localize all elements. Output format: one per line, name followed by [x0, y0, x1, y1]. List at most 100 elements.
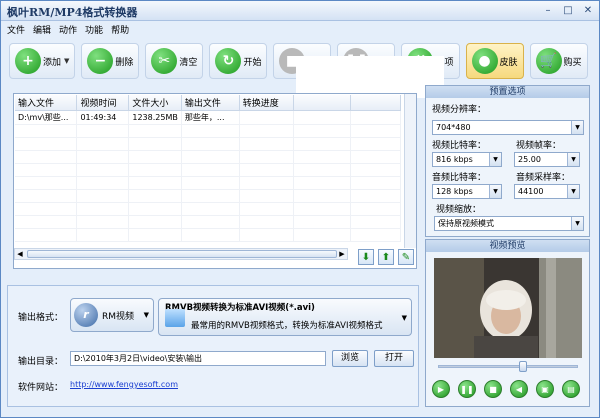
realmedia-logo-icon: r: [74, 303, 98, 327]
chevron-down-icon: ▼: [489, 185, 501, 198]
chevron-down-icon: ▼: [64, 57, 70, 65]
audio-bitrate-select[interactable]: 128 kbps ▼: [432, 184, 502, 199]
audio-bitrate-label: 音频比特率：: [432, 173, 487, 183]
move-up-icon[interactable]: ⬆: [378, 249, 394, 265]
website-label: 软件网站：: [18, 383, 64, 393]
buy-button[interactable]: 🛒 购买: [529, 43, 588, 79]
video-bitrate-label: 视频比特率：: [432, 141, 487, 151]
file-table: 输入文件 视频时间 文件大小 输出文件 转换进度 D:\mv\那些... 01:…: [15, 95, 401, 242]
add-button[interactable]: + 添加 ▼: [9, 43, 76, 79]
video-preview: [434, 258, 582, 358]
refresh-icon: ↻: [215, 48, 242, 74]
seek-knob[interactable]: [519, 361, 527, 372]
chevron-down-icon: ▼: [567, 185, 579, 198]
sample-rate-select[interactable]: 44100 ▼: [514, 184, 580, 199]
format-description[interactable]: RMVB视频转换为标准AVI视频(*.avi) 最常用的RMVB视频格式，转换为…: [158, 298, 412, 336]
table-cell: [293, 110, 352, 125]
video-frame-image: [434, 258, 582, 358]
clear-icon: ✂: [151, 48, 178, 74]
table-row: [15, 228, 401, 242]
table-row: [15, 163, 401, 177]
framerate-select[interactable]: 25.00 ▼: [514, 152, 580, 167]
table-row: [15, 137, 401, 151]
table-cell: 1238.25MB: [128, 110, 182, 125]
delete-button[interactable]: − 删除: [81, 43, 140, 79]
video-bitrate-select[interactable]: 816 kbps ▼: [432, 152, 502, 167]
resolution-select[interactable]: 704*480 ▼: [432, 120, 584, 135]
browse-button[interactable]: 浏览: [332, 350, 368, 367]
table-cell: [239, 110, 294, 125]
format-title: RMVB视频转换为标准AVI视频(*.avi): [165, 303, 315, 313]
play-icon[interactable]: ▶: [432, 380, 450, 398]
chevron-down-icon: ▼: [401, 314, 407, 322]
output-dir-label: 输出目录：: [18, 357, 64, 367]
resolution-label: 视频分辨率：: [432, 105, 487, 115]
minus-icon: −: [87, 48, 114, 74]
menu-action[interactable]: 动作: [59, 23, 77, 36]
scale-select[interactable]: 保持原视频模式 ▼: [434, 216, 584, 231]
table-cell: 那些年，...: [181, 110, 240, 125]
stop-icon[interactable]: ■: [484, 380, 502, 398]
format-desc-text: 最常用的RMVB视频格式，转换为标准AVI视频格式: [191, 321, 383, 331]
table-row: [15, 215, 401, 229]
minimize-icon[interactable]: –: [541, 4, 555, 17]
chevron-down-icon: ▼: [567, 153, 579, 166]
chevron-down-icon: ▼: [571, 121, 583, 134]
skin-button[interactable]: ● 皮肤: [465, 43, 524, 79]
format-select-button[interactable]: r RM视频 ▼: [70, 298, 154, 332]
scroll-left-icon[interactable]: ◀: [15, 249, 25, 259]
table-cell: D:\mv\那些...: [15, 110, 78, 125]
sample-rate-label: 音频采样率：: [516, 173, 571, 183]
apple-icon: ●: [471, 48, 498, 74]
screenshot-icon[interactable]: ▣: [536, 380, 554, 398]
table-row: [15, 124, 401, 138]
table-cell: 01:49:34: [76, 110, 130, 125]
chevron-down-icon: ▼: [571, 217, 583, 230]
start-button[interactable]: ↻ 开始: [209, 43, 268, 79]
menu-file[interactable]: 文件: [7, 23, 25, 36]
output-dir-input[interactable]: D:\2010年3月2日\video\安装\输出: [70, 351, 326, 366]
move-down-icon[interactable]: ⬇: [358, 249, 374, 265]
column-header[interactable]: 文件大小: [128, 95, 182, 111]
table-row[interactable]: D:\mv\那些... 01:49:34 1238.25MB 那些年，...: [15, 110, 401, 125]
vertical-scrollbar[interactable]: [404, 94, 416, 248]
preset-panel-title: 预置选项: [426, 86, 589, 98]
plus-icon: +: [15, 48, 41, 74]
main-window: 枫叶RM/MP4格式转换器 – □ ✕ 文件 编辑 动作 功能 帮助 + 添加 …: [0, 0, 600, 418]
table-row: [15, 176, 401, 190]
column-header[interactable]: 输出文件: [181, 95, 240, 111]
chevron-down-icon: ▼: [143, 311, 149, 319]
maximize-icon[interactable]: □: [561, 4, 575, 17]
column-header[interactable]: 输入文件: [15, 95, 78, 111]
file-table-header: 输入文件 视频时间 文件大小 输出文件 转换进度: [15, 95, 401, 111]
preview-seek-bar[interactable]: [438, 361, 578, 372]
folder-icon[interactable]: ▤: [562, 380, 580, 398]
framerate-label: 视频帧率：: [516, 141, 562, 151]
menu-function[interactable]: 功能: [85, 23, 103, 36]
column-header[interactable]: 视频时间: [76, 95, 130, 111]
video-file-icon: [165, 309, 185, 327]
scroll-right-icon[interactable]: ▶: [337, 249, 347, 259]
title-bar: 枫叶RM/MP4格式转换器 – □ ✕: [1, 1, 599, 21]
horizontal-scrollbar[interactable]: ◀ ▶: [14, 248, 348, 260]
previous-icon[interactable]: ◀: [510, 380, 528, 398]
menu-bar: 文件 编辑 动作 功能 帮助: [1, 21, 599, 38]
preview-panel: 视频预览 ▶ ❚❚ ■ ◀ ▣ ▤: [425, 239, 590, 407]
close-icon[interactable]: ✕: [581, 4, 595, 17]
website-link[interactable]: http://www.fengyesoft.com: [70, 380, 178, 389]
preview-panel-title: 视频预览: [426, 240, 589, 252]
column-header[interactable]: [350, 95, 401, 111]
list-actions: ⬇ ⬆ ✎: [358, 249, 414, 265]
file-list-panel: 输入文件 视频时间 文件大小 输出文件 转换进度 D:\mv\那些... 01:…: [13, 93, 417, 269]
edit-icon[interactable]: ✎: [398, 249, 414, 265]
menu-help[interactable]: 帮助: [111, 23, 129, 36]
column-header[interactable]: [293, 95, 352, 111]
clear-button[interactable]: ✂ 清空: [145, 43, 204, 79]
column-header[interactable]: 转换进度: [239, 95, 294, 111]
pause-icon[interactable]: ❚❚: [458, 380, 476, 398]
menu-edit[interactable]: 编辑: [33, 23, 51, 36]
open-button[interactable]: 打开: [374, 350, 414, 367]
overlay-block: [296, 56, 444, 98]
window-controls: – □ ✕: [541, 4, 595, 17]
scrollbar-thumb[interactable]: [27, 250, 337, 258]
